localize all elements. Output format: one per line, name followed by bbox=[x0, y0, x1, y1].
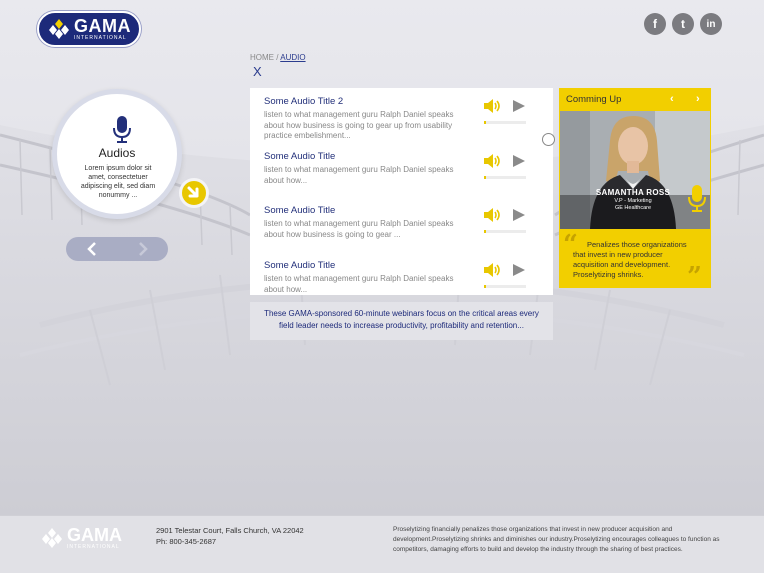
audio-progress-fill bbox=[484, 121, 487, 124]
audio-list-panel: Some Audio Title 2 listen to what manage… bbox=[250, 88, 553, 295]
audio-progress-bar[interactable] bbox=[484, 285, 526, 288]
audio-title[interactable]: Some Audio Title bbox=[264, 151, 544, 162]
gama-logo[interactable]: GAMA INTERNATIONAL bbox=[37, 11, 141, 47]
coming-up-panel: Comming Up ‹ › SAMANTHA ROSS V.P - Marke… bbox=[559, 88, 711, 292]
footer-text: Proselytizing financially penalizes thos… bbox=[393, 526, 720, 553]
audio-progress-fill bbox=[484, 176, 487, 179]
footer-address-block: 2901 Telestar Court, Falls Church, VA 22… bbox=[156, 525, 304, 547]
microphone-icon bbox=[688, 185, 706, 212]
audio-title[interactable]: Some Audio Title bbox=[264, 205, 544, 216]
scrollbar-handle[interactable] bbox=[542, 133, 555, 146]
audio-progress-fill bbox=[484, 285, 487, 288]
speaker-role: V.P - Marketing GE Healthcare bbox=[578, 198, 688, 212]
volume-icon[interactable] bbox=[484, 154, 502, 168]
gama-logo-mark-icon bbox=[49, 19, 69, 39]
list-item: Some Audio Title listen to what manageme… bbox=[264, 151, 544, 185]
volume-icon[interactable] bbox=[484, 99, 502, 113]
speaker-photo: SAMANTHA ROSS V.P - Marketing GE Healthc… bbox=[560, 111, 710, 229]
breadcrumb-current[interactable]: AUDIO bbox=[280, 53, 305, 62]
audio-title[interactable]: Some Audio Title bbox=[264, 260, 544, 271]
audio-description: listen to what management guru Ralph Dan… bbox=[264, 165, 454, 185]
audio-description: listen to what management guru Ralph Dan… bbox=[264, 219, 454, 239]
footer-logo-text: GAMA INTERNATIONAL bbox=[67, 526, 122, 550]
arrow-down-right-icon bbox=[187, 186, 199, 198]
social-links: f t in bbox=[644, 13, 722, 35]
audio-progress-bar[interactable] bbox=[484, 230, 526, 233]
footer-logo-sub: INTERNATIONAL bbox=[67, 544, 120, 550]
gama-logo-mark-icon bbox=[42, 528, 62, 548]
coming-up-prev-button[interactable]: ‹ bbox=[670, 93, 674, 105]
volume-icon[interactable] bbox=[484, 263, 502, 277]
close-button[interactable]: X bbox=[253, 64, 262, 79]
play-icon[interactable] bbox=[513, 264, 525, 276]
twitter-icon[interactable]: t bbox=[672, 13, 694, 35]
breadcrumb-home[interactable]: HOME bbox=[250, 53, 274, 62]
audio-progress-fill bbox=[484, 230, 487, 233]
speaker-name: SAMANTHA ROSS bbox=[595, 188, 671, 197]
breadcrumb: HOME / AUDIO bbox=[250, 53, 306, 62]
list-item: Some Audio Title listen to what manageme… bbox=[264, 205, 544, 239]
coming-up-title: Comming Up bbox=[566, 94, 622, 105]
footer: GAMA INTERNATIONAL 2901 Telestar Court, … bbox=[0, 515, 764, 573]
bubble-title: Audios bbox=[98, 146, 136, 160]
quote-close-icon: ” bbox=[687, 262, 702, 292]
footer-address: 2901 Telestar Court, Falls Church, VA 22… bbox=[156, 526, 304, 535]
audio-progress-bar[interactable] bbox=[484, 121, 526, 124]
footer-logo[interactable]: GAMA INTERNATIONAL bbox=[40, 526, 122, 550]
chevron-right-icon bbox=[138, 242, 148, 256]
footer-logo-word: GAMA bbox=[67, 525, 122, 545]
linkedin-icon[interactable]: in bbox=[700, 13, 722, 35]
chevron-left-icon bbox=[86, 242, 96, 256]
coming-up-next-button[interactable]: › bbox=[696, 93, 700, 105]
volume-icon[interactable] bbox=[484, 208, 502, 222]
bubble-arrow-button[interactable] bbox=[179, 178, 209, 208]
play-icon[interactable] bbox=[513, 209, 525, 221]
audio-progress-bar[interactable] bbox=[484, 176, 526, 179]
carousel-pager bbox=[66, 237, 168, 261]
info-text: These GAMA-sponsored 60-minute webinars … bbox=[250, 302, 553, 340]
pager-next-button[interactable] bbox=[117, 237, 168, 261]
microphone-icon bbox=[113, 116, 131, 143]
audio-title[interactable]: Some Audio Title 2 bbox=[264, 96, 544, 107]
audio-description: listen to what management guru Ralph Dan… bbox=[264, 274, 454, 294]
audio-description: listen to what management guru Ralph Dan… bbox=[264, 110, 454, 140]
bubble-text: Lorem ipsum dolor sit amet, consectetuer… bbox=[80, 165, 156, 199]
footer-phone: Ph: 800-345-2687 bbox=[156, 537, 217, 546]
audios-bubble: Audios Lorem ipsum dolor sit amet, conse… bbox=[52, 89, 182, 219]
speaker-role-title: V.P - Marketing bbox=[614, 198, 652, 204]
play-icon[interactable] bbox=[513, 155, 525, 167]
facebook-icon[interactable]: f bbox=[644, 13, 666, 35]
speaker-role-company: GE Healthcare bbox=[614, 205, 652, 211]
pager-prev-button[interactable] bbox=[66, 237, 117, 261]
list-item: Some Audio Title 2 listen to what manage… bbox=[264, 96, 544, 140]
list-item: Some Audio Title listen to what manageme… bbox=[264, 260, 544, 294]
logo-sub: INTERNATIONAL bbox=[74, 35, 127, 41]
logo-text: GAMA INTERNATIONAL bbox=[74, 17, 131, 41]
play-icon[interactable] bbox=[513, 100, 525, 112]
speaker-quote: Penalizes those organizations that inves… bbox=[573, 240, 687, 279]
logo-word: GAMA bbox=[74, 16, 131, 36]
